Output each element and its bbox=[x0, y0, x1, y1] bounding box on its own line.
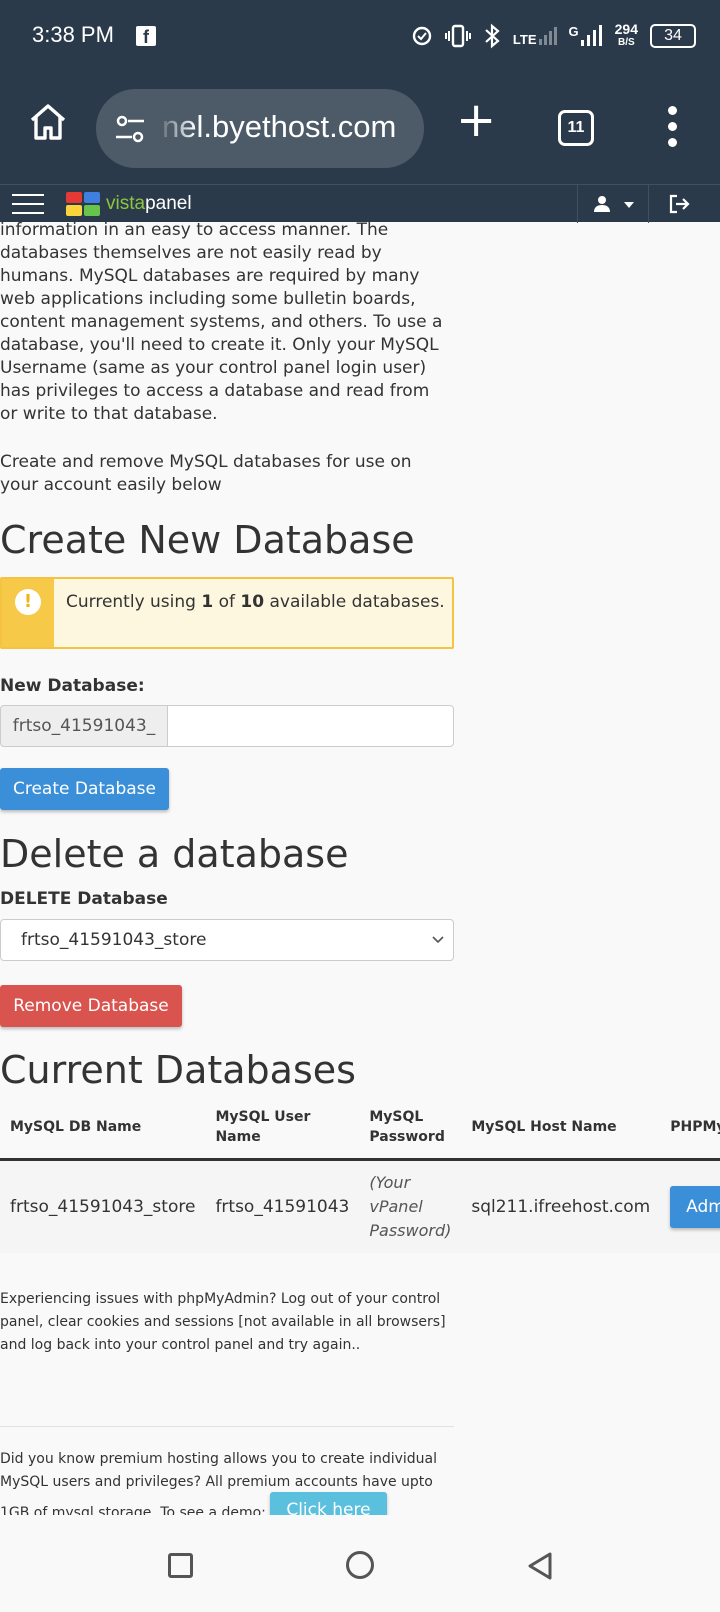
main-content: information in an easy to access manner.… bbox=[0, 222, 720, 1515]
system-navigation-bar bbox=[0, 1515, 720, 1612]
remove-database-button[interactable]: Remove Database bbox=[0, 985, 182, 1027]
back-icon[interactable] bbox=[526, 1551, 554, 1581]
user-icon bbox=[594, 196, 610, 212]
selected-database: frtso_41591043_store bbox=[21, 930, 207, 950]
vistapanel-logo: vistapanel bbox=[66, 191, 192, 217]
col-db-name: MySQL DB Name bbox=[0, 1097, 206, 1161]
net-speed: 294 B/S bbox=[614, 21, 638, 48]
caret-down-icon bbox=[624, 202, 634, 208]
alert-icon-box: ! bbox=[2, 579, 54, 647]
cell-host-name: sql211.ifreehost.com bbox=[461, 1159, 661, 1253]
exclamation-icon: ! bbox=[15, 589, 41, 615]
intro-subtext: Create and remove MySQL databases for us… bbox=[0, 452, 412, 495]
home-icon[interactable] bbox=[28, 102, 68, 142]
intro-paragraph: information in an easy to access manner.… bbox=[0, 222, 443, 424]
site-settings-icon[interactable] bbox=[114, 113, 146, 145]
battery-icon: 34 bbox=[650, 24, 696, 48]
g-indicator: G bbox=[569, 24, 603, 48]
divider bbox=[0, 1426, 454, 1427]
clock: 3:38 PM bbox=[32, 22, 114, 47]
logout-icon[interactable] bbox=[668, 193, 690, 215]
vibrate-icon bbox=[444, 24, 471, 48]
create-database-heading: Create New Database bbox=[0, 518, 415, 562]
cpanel-navbar: vistapanel bbox=[0, 184, 720, 223]
recents-icon[interactable] bbox=[168, 1553, 193, 1578]
chevron-down-icon bbox=[432, 936, 444, 944]
database-prefix: frtso_41591043_ bbox=[0, 705, 168, 747]
address-bar[interactable]: nel.byethost.com bbox=[96, 89, 424, 168]
premium-note: Did you know premium hosting allows you … bbox=[0, 1448, 454, 1515]
lte-signal-icon bbox=[538, 27, 557, 45]
phpmyadmin-note: Experiencing issues with phpMyAdmin? Log… bbox=[0, 1291, 446, 1353]
delete-database-heading: Delete a database bbox=[0, 832, 349, 876]
col-phpmyadmin: PHPMyAdmin bbox=[660, 1097, 720, 1161]
data-saver-icon bbox=[412, 26, 432, 46]
new-tab-icon[interactable]: + bbox=[456, 96, 496, 144]
status-icons: LTE G 294 B/S 34 bbox=[411, 20, 696, 52]
bluetooth-icon bbox=[485, 23, 500, 49]
facebook-icon: f bbox=[136, 26, 156, 47]
col-password: MySQL Password bbox=[359, 1097, 462, 1161]
user-menu-button[interactable] bbox=[577, 185, 649, 223]
cell-user-name: frtso_41591043 bbox=[205, 1159, 360, 1253]
hamburger-menu-icon[interactable] bbox=[12, 194, 44, 214]
delete-database-label: DELETE Database bbox=[0, 889, 168, 909]
cell-db-name: frtso_41591043_store bbox=[0, 1159, 206, 1253]
tab-switcher-button[interactable]: 11 bbox=[558, 110, 594, 146]
usage-message: Currently using 1 of 10 available databa… bbox=[66, 592, 445, 612]
current-databases-heading: Current Databases bbox=[0, 1048, 356, 1092]
browser-toolbar: nel.byethost.com + 11 bbox=[0, 72, 720, 184]
cell-password: (Your vPanel Password) bbox=[359, 1159, 462, 1253]
new-database-label: New Database: bbox=[0, 676, 145, 696]
logo-text: vistapanel bbox=[106, 193, 192, 214]
home-circle-icon[interactable] bbox=[346, 1551, 374, 1579]
databases-table: MySQL DB Name MySQL User Name MySQL Pass… bbox=[0, 1097, 720, 1253]
logo-blocks bbox=[66, 192, 100, 216]
url-fade bbox=[156, 89, 196, 168]
admin-button[interactable]: Admin bbox=[670, 1185, 720, 1228]
signal-icon bbox=[580, 25, 602, 46]
overflow-menu-icon[interactable] bbox=[660, 106, 684, 150]
usage-alert: ! Currently using 1 of 10 available data… bbox=[0, 577, 454, 649]
delete-database-select[interactable]: frtso_41591043_store bbox=[0, 919, 454, 961]
cell-phpmyadmin: Admin bbox=[660, 1159, 720, 1253]
col-host-name: MySQL Host Name bbox=[461, 1097, 661, 1161]
table-header-row: MySQL DB Name MySQL User Name MySQL Pass… bbox=[0, 1097, 720, 1161]
lte-indicator: LTE bbox=[513, 25, 557, 47]
new-database-input[interactable] bbox=[167, 705, 454, 747]
click-here-button[interactable]: Click here bbox=[270, 1492, 387, 1515]
table-row: frtso_41591043_store frtso_41591043 (You… bbox=[0, 1159, 720, 1253]
create-database-button[interactable]: Create Database bbox=[0, 768, 169, 810]
url-text: nel.byethost.com bbox=[162, 109, 397, 144]
status-bar: 3:38 PM f LTE G 294 B/S 34 bbox=[0, 0, 720, 72]
col-user-name: MySQL User Name bbox=[205, 1097, 360, 1161]
